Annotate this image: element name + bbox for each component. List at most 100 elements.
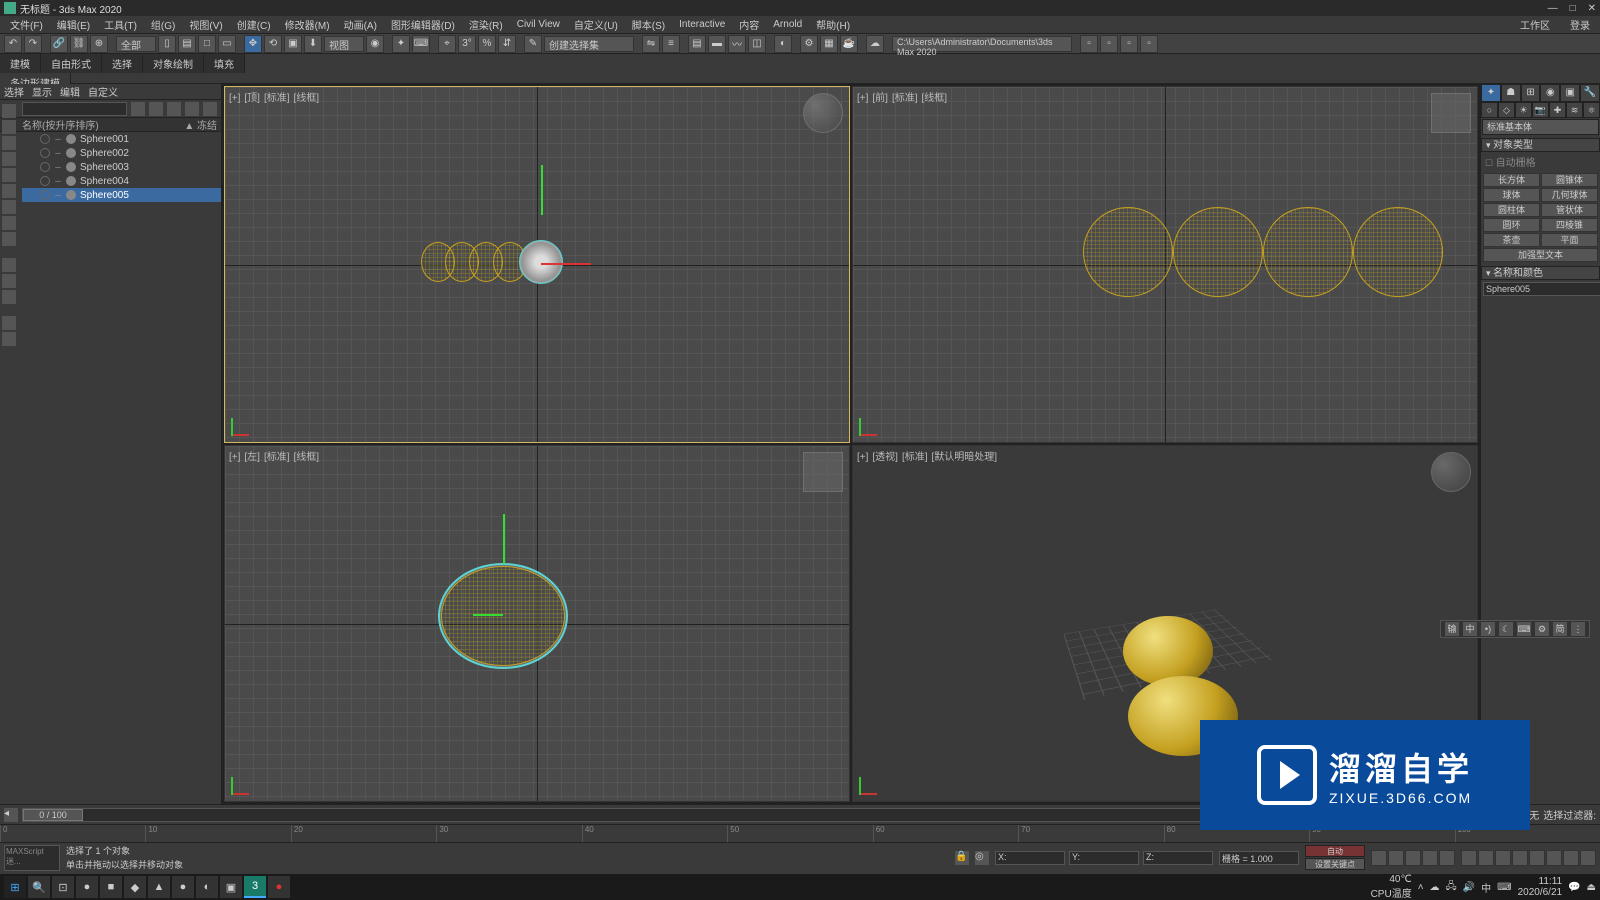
material-editor-button[interactable]: ◐ [774,35,792,53]
se-filter-2-icon[interactable] [2,332,16,346]
link-button[interactable]: 🔗 [50,35,68,53]
visibility-icon[interactable] [40,176,50,186]
menu-group[interactable]: 组(G) [145,17,181,32]
schematic-view-button[interactable]: ◫ [748,35,766,53]
se-search-input[interactable] [22,102,127,116]
tab-utilities-icon[interactable]: 🔧 [1580,84,1600,102]
subtab-systems-icon[interactable]: ⚛ [1583,102,1600,118]
taskbar-app-4[interactable]: ▲ [148,876,170,898]
se-menu-edit[interactable]: 编辑 [60,84,80,99]
btn-sphere[interactable]: 球体 [1483,188,1540,202]
visibility-icon[interactable] [40,162,50,172]
maximize-button[interactable]: □ [1570,3,1576,14]
viewcube-icon[interactable] [803,452,843,492]
tray-ime-icon[interactable]: 中 [1481,880,1491,895]
weather-temp[interactable]: 40℃ [1371,874,1412,885]
goto-end-icon[interactable] [1439,850,1455,866]
btn-plane[interactable]: 平面 [1541,233,1598,247]
subtab-lights-icon[interactable]: ☀ [1515,102,1532,118]
extra-button-2[interactable]: ▫ [1100,35,1118,53]
se-display-lights-icon[interactable] [2,136,16,150]
se-add-icon[interactable] [203,102,217,116]
ime-punct-icon[interactable]: •) [1481,622,1495,636]
ime-more-icon[interactable]: ⋮ [1571,622,1585,636]
project-path[interactable]: C:\Users\Administrator\Documents\3ds Max… [892,36,1072,52]
menu-help[interactable]: 帮助(H) [810,17,856,32]
bind-button[interactable]: ⊕ [90,35,108,53]
viewcube-icon[interactable] [1431,452,1471,492]
menu-file[interactable]: 文件(F) [4,17,49,32]
undo-button[interactable]: ↶ [4,35,22,53]
cpu-temp-label[interactable]: CPU温度 [1371,885,1412,900]
subtab-helpers-icon[interactable]: ✚ [1549,102,1566,118]
lock-selection-icon[interactable]: 🔒 [955,851,969,865]
taskview-icon[interactable]: ⊡ [52,876,74,898]
subtab-shapes-icon[interactable]: ◇ [1498,102,1515,118]
time-slider-thumb[interactable]: 0 / 100 [23,809,83,821]
ime-input-icon[interactable]: 输 [1445,622,1459,636]
tree-row-sphere005[interactable]: – Sphere005 [22,188,221,202]
mirror-button[interactable]: ⇋ [642,35,660,53]
select-name-button[interactable]: ▤ [178,35,196,53]
se-display-none-icon[interactable] [2,274,16,288]
menu-customize[interactable]: 自定义(U) [568,17,624,32]
rollout-object-type[interactable]: ▾ 对象类型 [1481,138,1600,152]
menu-arnold[interactable]: Arnold [767,19,808,30]
menu-animation[interactable]: 动画(A) [338,17,383,32]
fov-icon[interactable] [1529,850,1545,866]
menu-edit[interactable]: 编辑(E) [51,17,96,32]
taskbar-app-5[interactable]: ● [172,876,194,898]
orbit-icon[interactable] [1546,850,1562,866]
taskbar-app-2[interactable]: ■ [100,876,122,898]
btn-geosphere[interactable]: 几何球体 [1541,188,1598,202]
tab-display-icon[interactable]: ▣ [1560,84,1580,102]
redo-button[interactable]: ↷ [24,35,42,53]
open-autodesk-button[interactable]: ☁ [866,35,884,53]
taskbar-app-3[interactable]: ◆ [124,876,146,898]
start-button[interactable]: ⊞ [4,876,26,898]
tree-row-sphere004[interactable]: – Sphere004 [22,174,221,188]
se-header-frozen[interactable]: ▲ 冻结 [184,117,217,132]
se-display-all-icon[interactable] [2,258,16,272]
btn-teapot[interactable]: 茶壶 [1483,233,1540,247]
render-frame-button[interactable]: ▦ [820,35,838,53]
move-button[interactable]: ✥ [244,35,262,53]
menu-view[interactable]: 视图(V) [183,17,228,32]
menu-create[interactable]: 创建(C) [231,17,277,32]
viewport-top-label[interactable]: [+][顶][标准][线框] [229,89,323,104]
extra-button-3[interactable]: ▫ [1120,35,1138,53]
ribbon-tab-modeling[interactable]: 建模 [0,54,41,73]
taskbar-app-6[interactable]: ◐ [196,876,218,898]
viewport-front[interactable]: [+][前][标准][线框] [852,86,1478,443]
btn-cylinder[interactable]: 圆柱体 [1483,203,1540,217]
tray-keyboard-icon[interactable]: ⌨ [1497,882,1511,893]
zoom-extents-icon[interactable] [1512,850,1528,866]
percent-snap-button[interactable]: % [478,35,496,53]
ref-coord-system[interactable]: 视图 [324,36,364,52]
subtab-geometry-icon[interactable]: ○ [1481,102,1498,118]
se-menu-display[interactable]: 显示 [32,84,52,99]
snap-button[interactable]: ⌖ [438,35,456,53]
zoom-icon[interactable] [1478,850,1494,866]
tray-vol-icon[interactable]: 🔊 [1463,882,1475,893]
viewport-left[interactable]: [+][左][标准][线框] [224,445,850,802]
spinner-snap-button[interactable]: ⇵ [498,35,516,53]
timeslider-left-icon[interactable]: ◂ [4,808,18,822]
menu-rendering[interactable]: 渲染(R) [463,17,509,32]
rollout-name-color[interactable]: ▾ 名称和颜色 [1481,266,1600,280]
expand-icon[interactable]: – [54,176,62,187]
se-display-frozen-icon[interactable] [2,232,16,246]
ime-settings-icon[interactable]: ⚙ [1535,622,1549,636]
viewport-front-label[interactable]: [+][前][标准][线框] [857,89,951,104]
minimize-button[interactable]: — [1548,3,1558,14]
place-button[interactable]: ⬇ [304,35,322,53]
ribbon-tab-freeform[interactable]: 自由形式 [41,54,102,73]
tray-notification-icon[interactable]: 💬 [1568,882,1580,893]
coord-z-input[interactable]: Z: [1143,851,1213,865]
pan-icon[interactable] [1461,850,1477,866]
scene-explorer-header[interactable]: 名称(按升序排序) ▲ 冻结 [0,118,221,132]
scale-button[interactable]: ▣ [284,35,302,53]
login-label[interactable]: 登录 [1564,17,1596,32]
use-center-button[interactable]: ◉ [366,35,384,53]
align-button[interactable]: ≡ [662,35,680,53]
